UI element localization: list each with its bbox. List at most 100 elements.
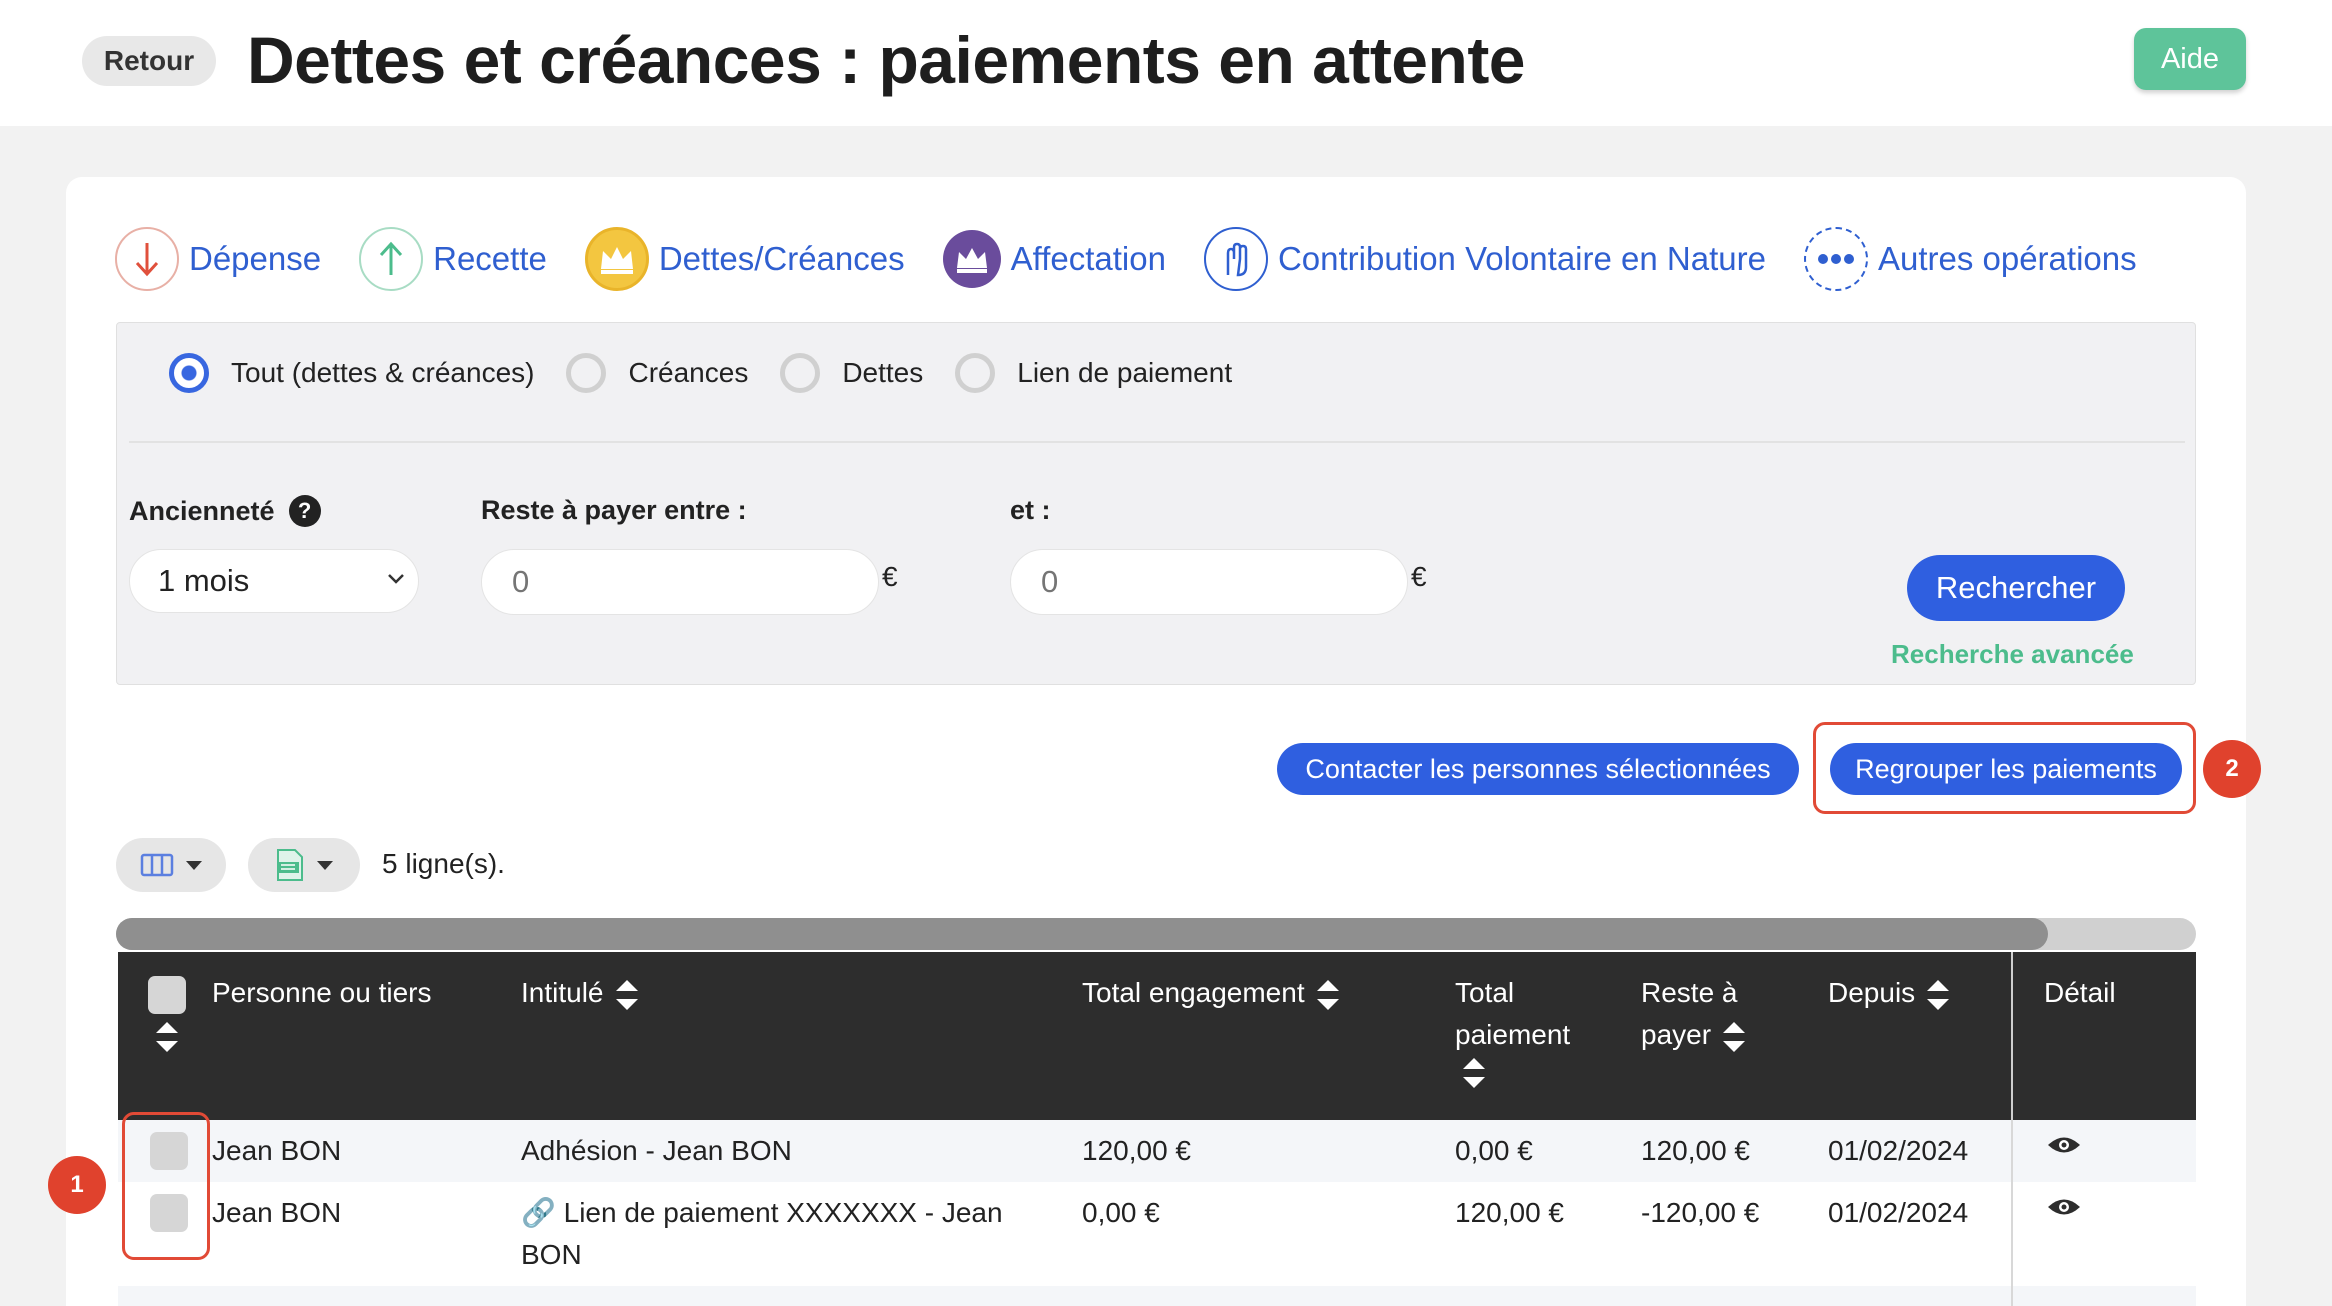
currency-label: €	[882, 561, 898, 592]
group-payments-button[interactable]: Regrouper les paiements	[1830, 743, 2182, 795]
filter-panel: Tout (dettes & créances) Créances Dettes…	[116, 322, 2196, 685]
column-total-commit[interactable]: Total engagement	[1082, 972, 1341, 1014]
cell-rest: 120,00 €	[1641, 1135, 1750, 1166]
select-all-checkbox[interactable]	[148, 976, 186, 1014]
radio-tout-label: Tout (dettes & créances)	[231, 357, 535, 388]
tab-depense[interactable]: Dépense	[115, 227, 321, 291]
tab-recette-label: Recette	[433, 240, 547, 277]
radio-lien-paiement[interactable]: Lien de paiement	[955, 353, 1232, 393]
age-select[interactable]: 1 mois	[129, 549, 419, 613]
cell-since: 01/02/2024	[1828, 1197, 1969, 1228]
contact-selected-button[interactable]: Contacter les personnes sélectionnées	[1277, 743, 1799, 795]
min-amount-input[interactable]	[481, 549, 879, 615]
min-label: Reste à payer entre :	[481, 495, 747, 525]
column-divider	[2011, 952, 2013, 1120]
radio-dettes-label: Dettes	[842, 357, 924, 388]
column-label-label: Intitulé	[521, 977, 604, 1008]
xlsx-file-icon	[277, 849, 303, 881]
column-person-label: Personne ou tiers	[212, 977, 432, 1008]
tab-affectation[interactable]: Affectation	[942, 230, 1166, 288]
crown-arrows-icon	[942, 230, 1001, 288]
column-detail-label: Détail	[2044, 977, 2116, 1008]
caret-down-icon	[317, 860, 333, 870]
currency-label: €	[1411, 561, 1427, 592]
page-title: Dettes et créances : paiements en attent…	[247, 23, 1526, 97]
column-total-payment-label-1: Total	[1455, 977, 1515, 1008]
age-label-text: Ancienneté	[129, 495, 275, 526]
radio-dettes[interactable]: Dettes	[780, 353, 923, 393]
column-divider	[2011, 1286, 2013, 1306]
tab-dettes-creances[interactable]: Dettes/Créances	[584, 227, 905, 291]
sort-icon	[1723, 1021, 1746, 1052]
tab-autres-operations-label: Autres opérations	[1877, 240, 2137, 277]
max-label: et :	[1010, 495, 1051, 525]
tab-affectation-label: Affectation	[1010, 240, 1166, 277]
radio-icon	[955, 353, 996, 393]
back-button[interactable]: Retour	[82, 36, 216, 86]
age-select-value: 1 mois	[158, 563, 250, 598]
tab-cvn-label: Contribution Volontaire en Nature	[1277, 240, 1766, 277]
tab-recette[interactable]: Recette	[359, 227, 547, 291]
cell-person: Jean BON	[212, 1135, 342, 1166]
column-rest[interactable]: Reste à payer	[1641, 972, 1747, 1056]
annotation-marker-1: 1	[48, 1156, 106, 1214]
tab-cvn[interactable]: Contribution Volontaire en Nature	[1203, 227, 1766, 291]
sort-icon	[1463, 1058, 1485, 1088]
columns-icon	[140, 853, 174, 877]
cell-rest: -120,00 €	[1641, 1197, 1760, 1228]
sort-icon	[1927, 979, 1950, 1010]
scrollbar-thumb[interactable]	[116, 918, 2048, 950]
column-since-label: Depuis	[1828, 977, 1916, 1008]
cell-label-line1: 🔗 Lien de paiement XXXXXXX - Jean	[521, 1197, 1003, 1228]
table-row	[118, 1286, 2196, 1306]
table-row: Jean BON Adhésion - Jean BON 120,00 € 0,…	[118, 1120, 2196, 1182]
column-detail: Détail	[2044, 972, 2116, 1014]
hand-icon	[1203, 227, 1268, 291]
cell-label-line2: BON	[521, 1239, 582, 1270]
table-header: Personne ou tiers Intitulé Total engagem…	[118, 952, 2196, 1120]
column-label[interactable]: Intitulé	[521, 972, 640, 1014]
help-button[interactable]: Aide	[2134, 28, 2246, 90]
radio-creances-label: Créances	[628, 357, 749, 388]
cell-total-payment: 120,00 €	[1455, 1197, 1564, 1228]
cell-total-payment: 0,00 €	[1455, 1135, 1533, 1166]
tab-depense-label: Dépense	[189, 240, 322, 277]
eye-icon[interactable]	[2046, 1196, 2082, 1218]
horizontal-scrollbar[interactable]	[116, 918, 2196, 950]
tab-dettes-creances-label: Dettes/Créances	[658, 240, 905, 277]
cell-total-commit: 120,00 €	[1082, 1135, 1191, 1166]
column-total-payment-label-2: paiement	[1455, 1019, 1571, 1050]
column-divider	[2011, 1182, 2013, 1286]
radio-selected-icon	[169, 353, 209, 393]
cell-total-commit: 0,00 €	[1082, 1197, 1160, 1228]
eye-icon[interactable]	[2046, 1134, 2082, 1156]
radio-lien-paiement-label: Lien de paiement	[1017, 357, 1233, 388]
max-amount-input[interactable]	[1010, 549, 1408, 615]
cell-person: Jean BON	[212, 1197, 342, 1228]
filter-divider	[129, 441, 2185, 443]
caret-down-icon	[186, 860, 202, 870]
sort-icon	[615, 979, 638, 1010]
column-person[interactable]: Personne ou tiers	[212, 972, 431, 1014]
help-circle-icon[interactable]: ?	[288, 495, 321, 527]
column-divider	[2011, 1120, 2013, 1182]
column-since[interactable]: Depuis	[1828, 972, 1951, 1014]
radio-tout[interactable]: Tout (dettes & créances)	[169, 353, 534, 393]
export-button[interactable]	[248, 838, 360, 892]
advanced-search-link[interactable]: Recherche avancée	[1891, 639, 2134, 670]
radio-creances[interactable]: Créances	[566, 353, 748, 393]
operation-tabs: Dépense Recette Dettes/Créances Affectat…	[115, 226, 2175, 292]
age-label: Ancienneté ?	[129, 495, 321, 527]
tab-autres-operations[interactable]: Autres opérations	[1803, 227, 2137, 291]
radio-icon	[566, 353, 607, 393]
arrow-up-icon	[359, 227, 424, 291]
column-rest-label-1: Reste à	[1641, 977, 1738, 1008]
cell-since: 01/02/2024	[1828, 1135, 1969, 1166]
sort-icon[interactable]	[154, 1020, 180, 1054]
columns-toggle-button[interactable]	[116, 838, 226, 892]
search-button[interactable]: Rechercher	[1907, 555, 2125, 621]
table-row: Jean BON 🔗 Lien de paiement XXXXXXX - Je…	[118, 1182, 2196, 1286]
more-dots-icon	[1803, 227, 1868, 291]
row-count: 5 ligne(s).	[382, 848, 505, 879]
column-total-payment[interactable]: Total paiement	[1455, 972, 1570, 1102]
